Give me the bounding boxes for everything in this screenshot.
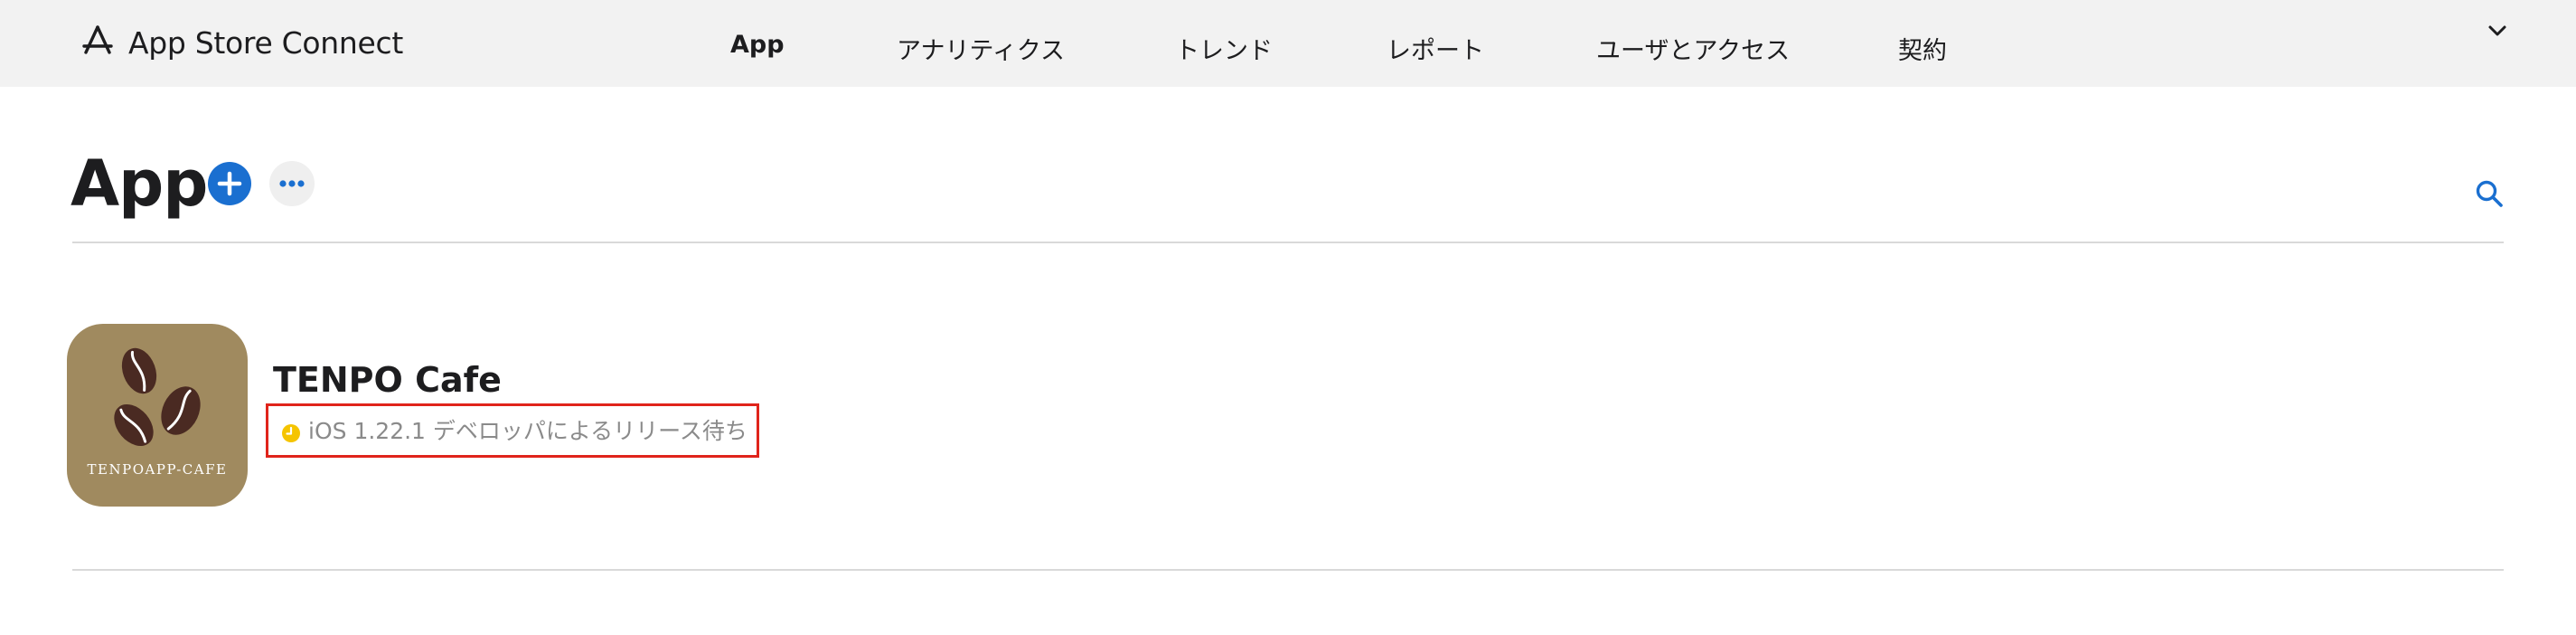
- app-list-item[interactable]: TENPOAPP-CAFE TENPO Cafe iOS 1.22.1 デベロッ…: [67, 324, 2507, 510]
- nav-item-analytics[interactable]: アナリティクス: [897, 31, 1065, 66]
- header-divider: [72, 242, 2504, 243]
- nav-item-users-and-access[interactable]: ユーザとアクセス: [1596, 31, 1790, 66]
- search-button[interactable]: [2473, 177, 2505, 210]
- ellipsis-icon: [279, 180, 305, 187]
- top-navigation-bar: App Store Connect App アナリティクス トレンド レポート …: [0, 0, 2576, 87]
- app-store-icon: [80, 23, 116, 62]
- status-highlight-box: iOS 1.22.1 デベロッパによるリリース待ち: [266, 403, 759, 458]
- app-icon-caption: TENPOAPP-CAFE: [87, 461, 228, 478]
- nav-item-app[interactable]: App: [730, 31, 785, 59]
- brand[interactable]: App Store Connect: [80, 20, 403, 65]
- clock-icon: [281, 423, 301, 443]
- brand-label: App Store Connect: [128, 24, 404, 61]
- add-app-button[interactable]: [208, 162, 251, 205]
- app-name[interactable]: TENPO Cafe: [273, 360, 502, 400]
- nav-item-agreements[interactable]: 契約: [1898, 31, 1947, 66]
- plus-icon: [217, 171, 242, 196]
- nav-item-reports[interactable]: レポート: [1387, 31, 1484, 66]
- coffee-beans-icon: [114, 347, 201, 447]
- list-divider: [72, 569, 2504, 571]
- page-title: App: [71, 147, 208, 221]
- app-icon: TENPOAPP-CAFE: [67, 324, 248, 507]
- nav-item-trends[interactable]: トレンド: [1175, 31, 1273, 66]
- app-status-text: iOS 1.22.1 デベロッパによるリリース待ち: [308, 418, 747, 444]
- search-icon: [2476, 180, 2503, 207]
- chevron-down-icon[interactable]: [2484, 18, 2511, 45]
- more-options-button[interactable]: [269, 161, 315, 206]
